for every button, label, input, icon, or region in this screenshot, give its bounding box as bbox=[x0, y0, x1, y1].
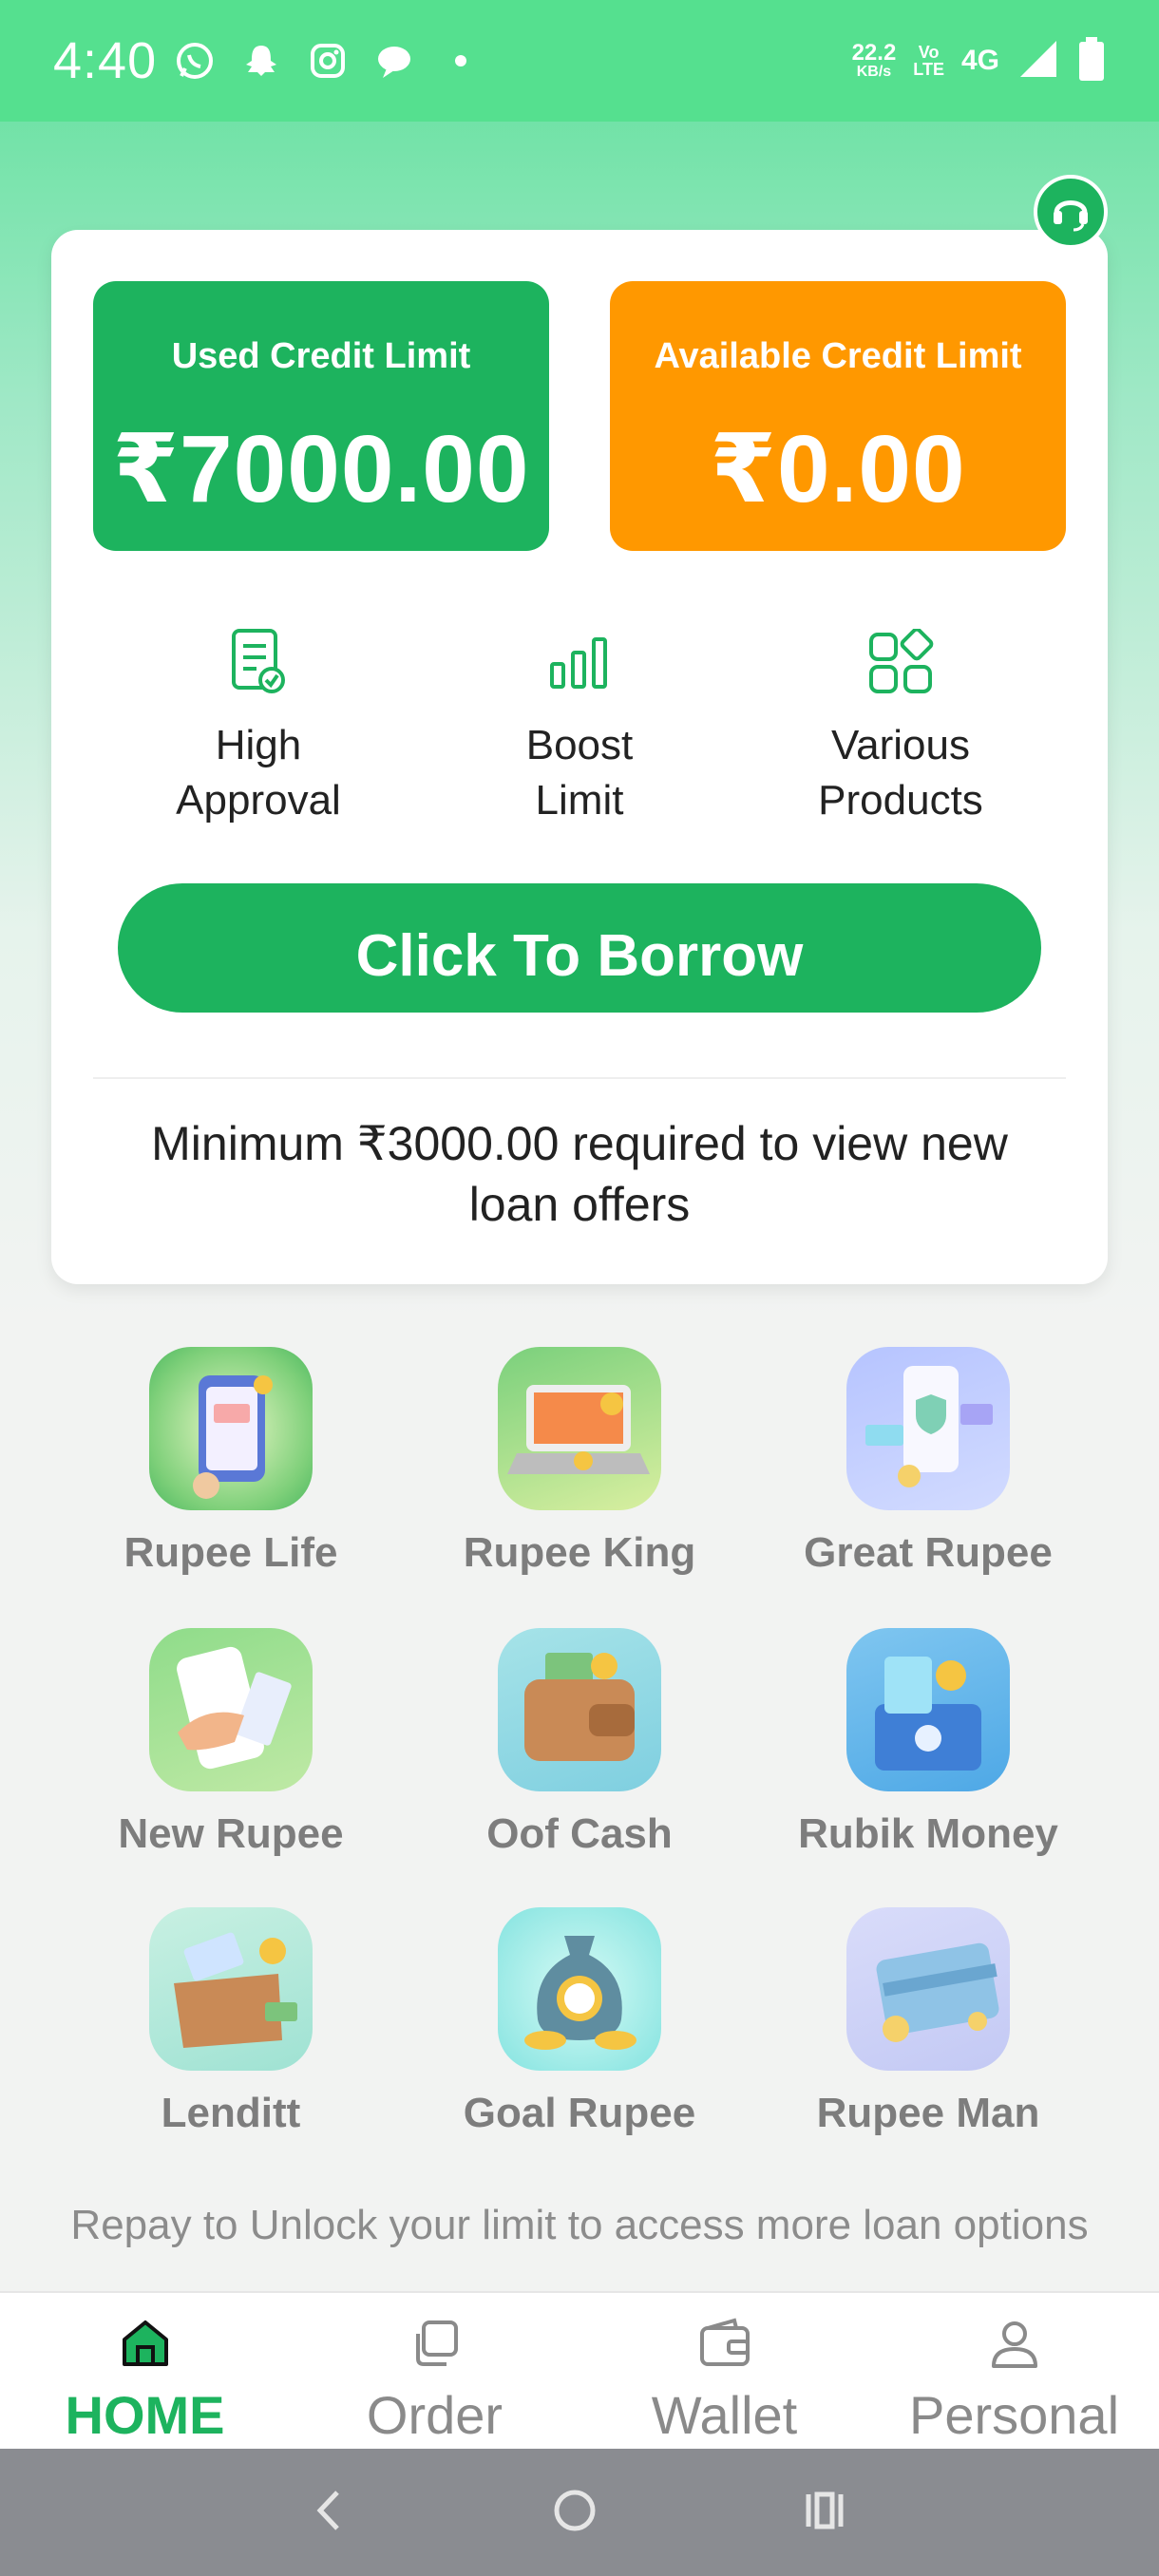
dot-icon bbox=[440, 40, 482, 82]
home-circle-icon[interactable] bbox=[551, 2487, 598, 2539]
rupee-man-logo bbox=[846, 1907, 1010, 2071]
lenditt-logo bbox=[149, 1907, 313, 2071]
app-tile-new-rupee[interactable]: New Rupee bbox=[57, 1628, 405, 1858]
app-tile-oof-cash[interactable]: Oof Cash bbox=[406, 1628, 753, 1858]
grid-shapes-icon bbox=[758, 619, 1043, 705]
signal-icon bbox=[1016, 37, 1060, 85]
rupee-life-logo bbox=[149, 1347, 313, 1510]
available-credit-label: Available Credit Limit bbox=[654, 336, 1022, 376]
rubik-money-logo bbox=[846, 1628, 1010, 1791]
document-check-icon bbox=[116, 619, 401, 705]
credit-card-panel: Used Credit Limit ₹7000.00 Available Cre… bbox=[51, 230, 1108, 1284]
nav-personal[interactable]: Personal bbox=[869, 2293, 1159, 2449]
status-time: 4:40 bbox=[53, 32, 158, 89]
volte-indicator: Vo LTE bbox=[913, 43, 944, 79]
person-icon bbox=[988, 2310, 1041, 2377]
instagram-icon bbox=[307, 40, 349, 82]
feature-boost-limit: Boost Limit bbox=[437, 619, 722, 828]
new-rupee-logo bbox=[149, 1628, 313, 1791]
used-credit-label: Used Credit Limit bbox=[171, 336, 471, 376]
app-tile-rupee-life[interactable]: Rupee Life bbox=[57, 1347, 405, 1577]
feature-various-products: Various Products bbox=[758, 619, 1043, 828]
bottom-navigation: HOME Order Wallet Personal bbox=[0, 2291, 1159, 2449]
whatsapp-icon bbox=[174, 40, 216, 82]
nav-home[interactable]: HOME bbox=[0, 2293, 290, 2449]
app-tile-rupee-king[interactable]: Rupee King bbox=[406, 1347, 753, 1577]
messages-icon bbox=[373, 40, 415, 82]
app-tile-rupee-man[interactable]: Rupee Man bbox=[754, 1907, 1102, 2137]
bar-chart-icon bbox=[437, 619, 722, 705]
recent-apps-icon[interactable] bbox=[801, 2487, 848, 2539]
repay-unlock-note: Repay to Unlock your limit to access mor… bbox=[70, 2202, 1089, 2248]
great-rupee-logo bbox=[846, 1347, 1010, 1510]
goal-rupee-logo bbox=[498, 1907, 661, 2071]
home-icon bbox=[119, 2310, 172, 2377]
used-credit-value: ₹7000.00 bbox=[112, 416, 530, 522]
app-tile-goal-rupee[interactable]: Goal Rupee bbox=[406, 1907, 753, 2137]
app-tile-lenditt[interactable]: Lenditt bbox=[57, 1907, 405, 2137]
divider bbox=[93, 1077, 1066, 1079]
wallet-icon bbox=[696, 2310, 753, 2377]
feature-list: High Approval Boost Limit Various Produc… bbox=[51, 619, 1108, 828]
used-credit-limit-box: Used Credit Limit ₹7000.00 bbox=[93, 281, 549, 551]
feature-high-approval: High Approval bbox=[116, 619, 401, 828]
snapchat-icon bbox=[240, 40, 282, 82]
order-icon bbox=[408, 2310, 462, 2377]
headset-icon bbox=[1047, 186, 1094, 238]
nav-wallet[interactable]: Wallet bbox=[580, 2293, 869, 2449]
minimum-amount-note: Minimum ₹3000.00 required to view new lo… bbox=[151, 1117, 1008, 1231]
available-credit-value: ₹0.00 bbox=[710, 416, 966, 522]
battery-icon bbox=[1077, 35, 1106, 87]
customer-support-button[interactable] bbox=[1034, 175, 1108, 249]
available-credit-limit-box: Available Credit Limit ₹0.00 bbox=[610, 281, 1066, 551]
app-tile-great-rupee[interactable]: Great Rupee bbox=[754, 1347, 1102, 1577]
click-to-borrow-button[interactable]: Click To Borrow bbox=[118, 883, 1041, 1013]
network-speed: 22.2 KB/s bbox=[851, 40, 897, 80]
nav-order[interactable]: Order bbox=[290, 2293, 580, 2449]
network-type: 4G bbox=[960, 45, 999, 76]
oof-cash-logo bbox=[498, 1628, 661, 1791]
system-navigation-bar bbox=[0, 2449, 1159, 2576]
app-tile-rubik-money[interactable]: Rubik Money bbox=[754, 1628, 1102, 1858]
back-icon[interactable] bbox=[311, 2487, 349, 2539]
status-bar: 4:40 22.2 KB/s Vo LTE 4G bbox=[0, 0, 1159, 122]
rupee-king-logo bbox=[498, 1347, 661, 1510]
